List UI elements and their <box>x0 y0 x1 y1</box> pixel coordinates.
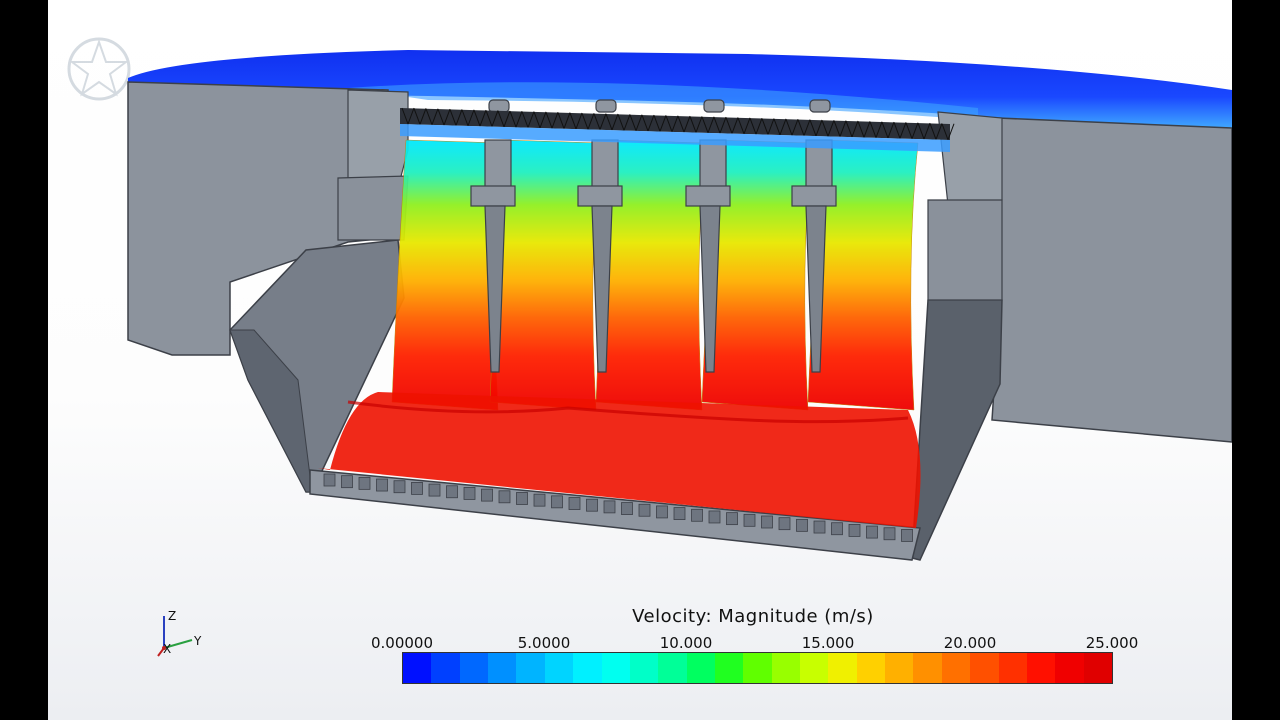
baffle-block <box>656 505 668 519</box>
legend-tick: 25.000 <box>1085 634 1139 652</box>
baffle-block <box>586 498 598 512</box>
baffle-block <box>813 520 826 534</box>
colorbar-swatch <box>970 653 999 683</box>
colorbar-swatch <box>828 653 857 683</box>
baffle-block <box>568 497 581 510</box>
baffle-block <box>481 488 493 502</box>
legend-tick: 5.0000 <box>517 634 571 652</box>
baffle-block <box>743 513 756 527</box>
colorbar-swatch <box>913 653 942 683</box>
baffle-block <box>358 476 371 490</box>
baffle-block <box>901 529 913 542</box>
colorbar-swatch <box>403 653 432 683</box>
colorbar-swatch <box>459 653 489 683</box>
axis-label-x: X <box>163 642 172 656</box>
colorbar-swatch <box>544 653 574 683</box>
colorbar-swatch <box>516 653 545 683</box>
baffle-block <box>883 527 896 541</box>
axis-label-y: Y <box>194 634 202 648</box>
baffle-block <box>446 485 458 499</box>
colorbar-swatch <box>431 653 460 683</box>
baffle-block <box>796 518 808 532</box>
baffle-block <box>323 473 336 487</box>
baffle-block <box>673 507 686 521</box>
colorbar-swatch <box>714 653 744 683</box>
colorbar-swatch <box>771 653 801 683</box>
baffle-block <box>463 487 476 500</box>
velocity-colorbar <box>402 652 1113 684</box>
colorbar-swatch <box>601 653 630 683</box>
baffle-block <box>411 481 423 495</box>
colorbar-swatch <box>800 653 829 683</box>
baffle-block <box>708 510 721 524</box>
baffle-block <box>551 495 563 509</box>
baffle-block <box>831 522 843 536</box>
baffle-block <box>376 478 388 492</box>
legend-tick: 15.000 <box>801 634 855 652</box>
legend-tick: 10.000 <box>659 634 713 652</box>
legend-tick: 20.000 <box>943 634 997 652</box>
baffle-block <box>516 492 528 505</box>
colorbar-swatch <box>686 653 715 683</box>
colorbar-swatch <box>1026 653 1056 683</box>
colorbar-swatch <box>856 653 886 683</box>
axis-label-z: Z <box>168 609 177 623</box>
legend-title: Velocity: Magnitude (m/s) <box>632 606 874 627</box>
baffle-block <box>726 512 738 526</box>
baffle-block <box>533 493 546 507</box>
colorbar-swatch <box>941 653 971 683</box>
simulation-viewport[interactable]: Z X Y Velocity: Magnitude (m/s) 0.00000 … <box>48 0 1232 720</box>
baffle-block <box>498 490 511 504</box>
colorbar-swatch <box>488 653 517 683</box>
baffle-block <box>393 480 406 494</box>
baffle-block <box>428 483 441 497</box>
right-wing-wall <box>911 271 1003 561</box>
baffle-block <box>761 515 773 529</box>
colorbar-swatch <box>629 653 659 683</box>
baffle-block <box>638 503 651 517</box>
baffle-block <box>341 475 353 489</box>
baffle-block <box>621 502 633 515</box>
colorbar-swatch <box>885 653 914 683</box>
colorbar-swatch <box>658 653 687 683</box>
colorbar-swatch <box>743 653 772 683</box>
baffle-block <box>866 525 878 539</box>
baffle-block <box>603 500 616 514</box>
colorbar-swatch <box>573 653 602 683</box>
colorbar-swatch <box>1055 653 1084 683</box>
dam-spillway-scene <box>127 50 1232 561</box>
colorbar-swatch <box>1083 653 1112 683</box>
baffle-block <box>778 517 791 531</box>
spillway-flow <box>391 139 919 411</box>
baffle-block <box>691 508 703 522</box>
baffle-block <box>848 524 861 537</box>
right-abutment <box>991 117 1232 443</box>
legend-tick: 0.00000 <box>370 634 434 652</box>
colorbar-swatch <box>998 653 1027 683</box>
